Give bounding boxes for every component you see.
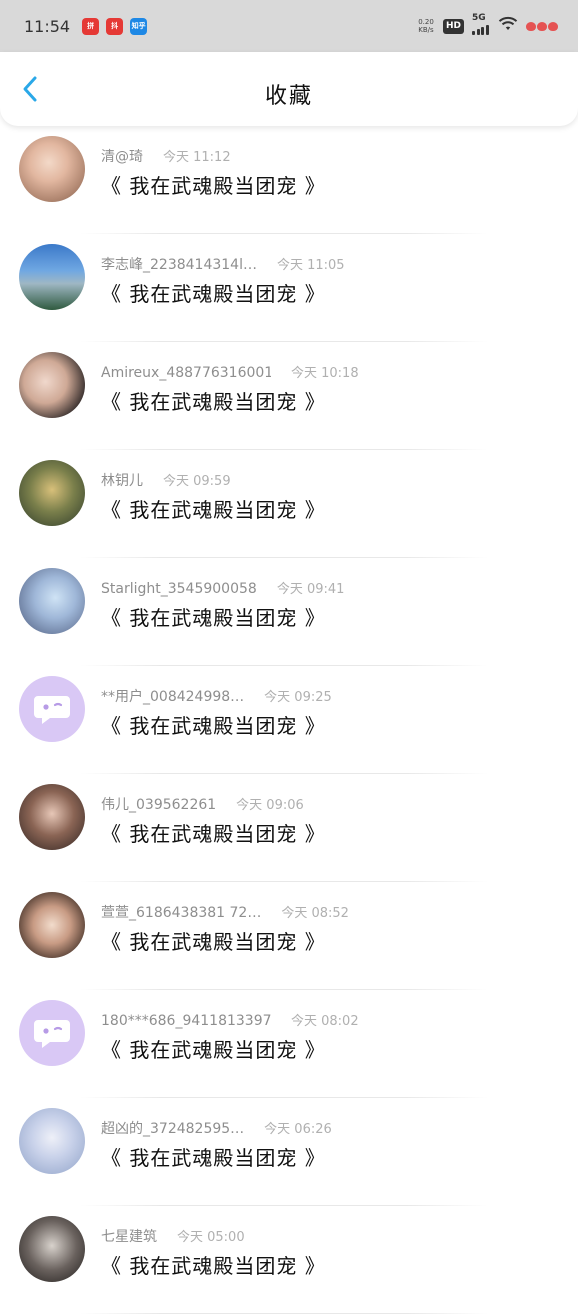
timestamp: 今天 05:00	[177, 1230, 245, 1245]
username[interactable]: 伟儿_039562261	[101, 794, 216, 814]
avatar[interactable]	[19, 568, 85, 634]
net-speed-value: 0.20	[418, 18, 434, 26]
battery-icon	[526, 21, 558, 31]
username[interactable]: Amireux_488776316001	[101, 365, 271, 381]
item-meta: 清@琦 今天 11:12	[101, 146, 231, 166]
username[interactable]: 180***686_9411813397	[101, 1013, 271, 1029]
list-item[interactable]: 伟儿_039562261 今天 09:06 《 我在武魂殿当团宠 》	[0, 774, 578, 882]
book-title[interactable]: 《 我在武魂殿当团宠 》	[101, 278, 326, 307]
chat-bubble-icon	[34, 1020, 70, 1048]
status-time: 11:54	[24, 16, 71, 36]
item-meta: 180***686_9411813397 今天 08:02	[101, 1010, 359, 1029]
list-item[interactable]: 清@琦 今天 11:12 《 我在武魂殿当团宠 》	[0, 126, 578, 234]
list-item[interactable]: 萱萱_6186438381 72… 今天 08:52 《 我在武魂殿当团宠 》	[0, 882, 578, 990]
item-meta: **用户_008424998… 今天 09:25	[101, 686, 332, 706]
list-item[interactable]: 林钥儿 今天 09:59 《 我在武魂殿当团宠 》	[0, 450, 578, 558]
item-meta: 李志峰_2238414314l… 今天 11:05	[101, 254, 345, 274]
timestamp: 今天 08:52	[281, 906, 349, 921]
net-speed: 0.20 KB/s	[417, 18, 435, 34]
timestamp: 今天 08:02	[291, 1014, 359, 1029]
book-title[interactable]: 《 我在武魂殿当团宠 》	[101, 386, 326, 415]
list-item[interactable]: 李志峰_2238414314l… 今天 11:05 《 我在武魂殿当团宠 》	[0, 234, 578, 342]
book-title[interactable]: 《 我在武魂殿当团宠 》	[101, 926, 326, 955]
username[interactable]: **用户_008424998…	[101, 686, 244, 706]
username[interactable]: 七星建筑	[101, 1226, 157, 1246]
avatar[interactable]	[19, 1108, 85, 1174]
default-avatar-icon[interactable]	[19, 1000, 85, 1066]
signal-label: 5G	[472, 13, 486, 23]
item-meta: Starlight_3545900058 今天 09:41	[101, 578, 344, 597]
chat-bubble-icon	[34, 696, 70, 724]
signal-icon: 5G	[472, 13, 490, 35]
app-icon-label: 抖	[111, 22, 119, 30]
list-item[interactable]: **用户_008424998… 今天 09:25 《 我在武魂殿当团宠 》	[0, 666, 578, 774]
favorites-list: 清@琦 今天 11:12 《 我在武魂殿当团宠 》李志峰_2238414314l… 今…	[0, 126, 578, 1314]
app-icon-blue: 知乎	[130, 17, 148, 35]
net-speed-unit: KB/s	[418, 26, 434, 34]
item-meta: 超凶的_372482595… 今天 06:26	[101, 1118, 332, 1138]
item-meta: 林钥儿 今天 09:59	[101, 470, 231, 490]
app-icon-red: 拼	[82, 17, 100, 35]
timestamp: 今天 09:59	[163, 474, 231, 489]
avatar[interactable]	[19, 460, 85, 526]
book-title[interactable]: 《 我在武魂殿当团宠 》	[101, 1034, 326, 1063]
timestamp: 今天 09:41	[276, 582, 345, 597]
avatar[interactable]	[19, 892, 85, 958]
hd-badge: HD	[442, 18, 464, 34]
default-avatar-icon[interactable]	[19, 676, 85, 742]
app-icon-label: 知乎	[131, 22, 146, 30]
username[interactable]: 林钥儿	[101, 470, 143, 490]
list-item[interactable]: Amireux_488776316001 今天 10:18 《 我在武魂殿当团宠 》	[0, 342, 578, 450]
wifi-icon	[498, 16, 518, 36]
status-bar: 11:54 拼 抖 知乎 0.20 KB/s HD 5G	[0, 0, 578, 52]
username[interactable]: 清@琦	[101, 146, 143, 166]
avatar[interactable]	[19, 784, 85, 850]
timestamp: 今天 10:18	[291, 366, 359, 381]
username[interactable]: 超凶的_372482595…	[101, 1118, 244, 1138]
timestamp: 今天 11:05	[276, 258, 345, 273]
book-title[interactable]: 《 我在武魂殿当团宠 》	[101, 170, 326, 199]
item-meta: 萱萱_6186438381 72… 今天 08:52	[101, 902, 349, 922]
avatar[interactable]	[19, 244, 85, 310]
list-item[interactable]: 超凶的_372482595… 今天 06:26 《 我在武魂殿当团宠 》	[0, 1098, 578, 1206]
book-title[interactable]: 《 我在武魂殿当团宠 》	[101, 818, 326, 847]
item-meta: Amireux_488776316001 今天 10:18	[101, 362, 359, 381]
username[interactable]: 李志峰_2238414314l…	[101, 254, 257, 274]
timestamp: 今天 06:26	[264, 1122, 332, 1137]
book-title[interactable]: 《 我在武魂殿当团宠 》	[101, 1250, 326, 1279]
app-icon-label: 拼	[87, 22, 95, 30]
list-item[interactable]: 180***686_9411813397 今天 08:02 《 我在武魂殿当团宠 》	[0, 990, 578, 1098]
username[interactable]: 萱萱_6186438381 72…	[101, 902, 261, 922]
book-title[interactable]: 《 我在武魂殿当团宠 》	[101, 1142, 326, 1171]
username[interactable]: Starlight_3545900058	[101, 581, 257, 597]
timestamp: 今天 09:25	[264, 690, 332, 705]
list-item[interactable]: 七星建筑 今天 05:00 《 我在武魂殿当团宠 》	[0, 1206, 578, 1314]
timestamp: 今天 11:12	[163, 150, 231, 165]
book-title[interactable]: 《 我在武魂殿当团宠 》	[101, 602, 326, 631]
avatar[interactable]	[19, 352, 85, 418]
page-title: 收藏	[264, 84, 313, 109]
item-meta: 伟儿_039562261 今天 09:06	[101, 794, 304, 814]
avatar[interactable]	[19, 1216, 85, 1282]
header: 收藏	[0, 52, 578, 126]
book-title[interactable]: 《 我在武魂殿当团宠 》	[101, 494, 326, 523]
list-item[interactable]: Starlight_3545900058 今天 09:41 《 我在武魂殿当团宠 》	[0, 558, 578, 666]
item-meta: 七星建筑 今天 05:00	[101, 1226, 245, 1246]
avatar[interactable]	[19, 136, 85, 202]
app-icon-red-2: 抖	[106, 17, 124, 35]
timestamp: 今天 09:06	[236, 798, 304, 813]
book-title[interactable]: 《 我在武魂殿当团宠 》	[101, 710, 326, 739]
